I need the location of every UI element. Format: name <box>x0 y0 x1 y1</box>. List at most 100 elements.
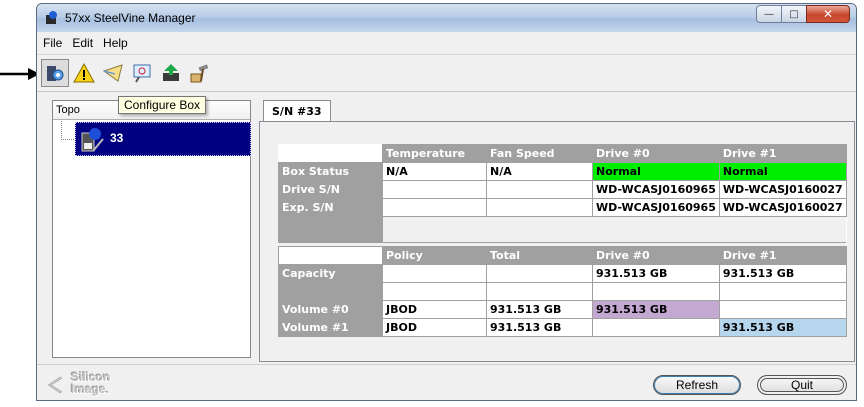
header-fan-speed: Fan Speed <box>486 144 593 163</box>
table-cell: WD-WCASJ0160965 <box>592 198 720 217</box>
table-row: Exp. S/N WD-WCASJ0160965 WD-WCASJ0160027 <box>278 198 847 217</box>
quit-button[interactable]: Quit <box>757 375 847 395</box>
hammer-icon <box>190 64 209 83</box>
tools-button[interactable] <box>186 59 214 87</box>
row-header: Exp. S/N <box>278 198 383 217</box>
header-drive1: Drive #1 <box>718 246 847 265</box>
status-grid: Temperature Fan Speed Drive #0 Drive #1 … <box>278 144 847 337</box>
spacer-row <box>278 216 847 243</box>
status-header-row: Temperature Fan Speed Drive #0 Drive #1 <box>278 144 847 163</box>
row-header: Box Status <box>278 162 383 181</box>
menu-help[interactable]: Help <box>103 36 128 50</box>
table-cell: 931.513 GB <box>592 264 720 283</box>
header-drive0: Drive #0 <box>592 144 720 163</box>
table-cell: WD-WCASJ0160027 <box>718 180 847 199</box>
header-cell-empty <box>278 246 383 265</box>
header-drive1: Drive #1 <box>718 144 847 163</box>
maximize-icon: □ <box>789 8 799 20</box>
table-cell <box>382 180 487 199</box>
storage-box-icon <box>81 128 104 152</box>
table-row: Drive S/N WD-WCASJ0160965 WD-WCASJ016002… <box>278 180 847 199</box>
tooltip: Configure Box <box>118 96 207 114</box>
mail-icon <box>102 64 123 82</box>
table-cell: JBOD <box>382 300 487 319</box>
row-header: Volume #0 <box>278 300 383 319</box>
row-header: Volume #1 <box>278 318 383 337</box>
table-cell: 931.513 GB <box>486 300 593 319</box>
refresh-button[interactable]: Refresh <box>653 375 741 395</box>
detail-pane: S/N #33 Temperature Fan Speed Drive #0 D… <box>259 100 855 362</box>
minimize-button[interactable]: — <box>756 5 782 23</box>
toolbar <box>37 55 856 92</box>
table-cell: 931.513 GB <box>718 264 847 283</box>
volume-header-row: Policy Total Drive #0 Drive #1 <box>278 246 847 265</box>
install-icon <box>163 64 179 81</box>
volume1-cell: 931.513 GB <box>718 318 847 337</box>
maximize-button[interactable]: □ <box>781 5 807 23</box>
table-cell: WD-WCASJ0160965 <box>592 180 720 199</box>
menu-file[interactable]: File <box>43 36 62 50</box>
header-total: Total <box>486 246 593 265</box>
table-cell <box>486 282 593 301</box>
configure-box-icon <box>47 66 64 81</box>
warning-icon <box>73 62 95 83</box>
close-icon: ✕ <box>822 7 834 21</box>
table-row: Box Status N/A N/A Normal Normal <box>278 162 847 181</box>
table-cell <box>486 180 593 199</box>
tree-connector <box>61 121 76 140</box>
table-row: Capacity 931.513 GB 931.513 GB <box>278 264 847 283</box>
table-cell <box>718 300 847 319</box>
window-controls: — □ ✕ <box>756 5 850 23</box>
row-header-empty <box>278 282 383 301</box>
minimize-icon: — <box>764 8 774 20</box>
table-cell <box>592 282 720 301</box>
warning-button[interactable] <box>70 59 98 87</box>
header-cell-empty <box>278 144 383 163</box>
close-button[interactable]: ✕ <box>806 5 850 23</box>
status-cell-normal: Normal <box>718 162 847 181</box>
table-row: Volume #1 JBOD 931.513 GB 931.513 GB <box>278 318 847 337</box>
status-cell-normal: Normal <box>592 162 720 181</box>
table-cell <box>486 264 593 283</box>
table-cell <box>382 282 487 301</box>
tab-serial[interactable]: S/N #33 <box>263 100 331 122</box>
tree-pane: Topo 33 <box>52 100 251 358</box>
menu-edit[interactable]: Edit <box>72 36 93 50</box>
app-icon <box>46 11 57 24</box>
row-header-empty <box>278 216 383 243</box>
bottom-bar: Silicon Image. Refresh Quit <box>37 364 856 400</box>
row-header: Capacity <box>278 264 383 283</box>
spacer-cell <box>382 216 847 243</box>
row-header: Drive S/N <box>278 180 383 199</box>
table-cell <box>382 264 487 283</box>
tree-node-label: 33 <box>110 131 124 145</box>
table-cell <box>486 198 593 217</box>
menu-bar: File Edit Help <box>37 32 856 55</box>
view-icon <box>133 64 151 83</box>
title-bar: 57xx SteelVine Manager — □ ✕ <box>37 4 856 32</box>
tree-node-box[interactable]: 33 <box>75 122 251 156</box>
header-policy: Policy <box>382 246 487 265</box>
silicon-image-logo-text: Silicon Image. <box>71 371 110 395</box>
tab-panel: Temperature Fan Speed Drive #0 Drive #1 … <box>259 121 855 362</box>
table-cell: N/A <box>382 162 487 181</box>
header-drive0: Drive #0 <box>592 246 720 265</box>
logo-line-2: Image. <box>71 382 110 396</box>
configure-box-button[interactable] <box>41 59 69 87</box>
app-window: 57xx SteelVine Manager — □ ✕ File Edit H… <box>36 3 857 401</box>
header-temperature: Temperature <box>382 144 487 163</box>
table-cell: WD-WCASJ0160027 <box>718 198 847 217</box>
install-button[interactable] <box>157 59 185 87</box>
table-cell <box>718 282 847 301</box>
table-cell: 931.513 GB <box>486 318 593 337</box>
table-cell <box>382 198 487 217</box>
volume0-cell: 931.513 GB <box>592 300 720 319</box>
spacer-row <box>278 282 847 301</box>
mail-button[interactable] <box>99 59 127 87</box>
view-button[interactable] <box>128 59 156 87</box>
window-title: 57xx SteelVine Manager <box>65 11 196 25</box>
table-cell: N/A <box>486 162 593 181</box>
table-cell: JBOD <box>382 318 487 337</box>
table-row: Volume #0 JBOD 931.513 GB 931.513 GB <box>278 300 847 319</box>
pointer-arrow-icon <box>0 68 40 80</box>
